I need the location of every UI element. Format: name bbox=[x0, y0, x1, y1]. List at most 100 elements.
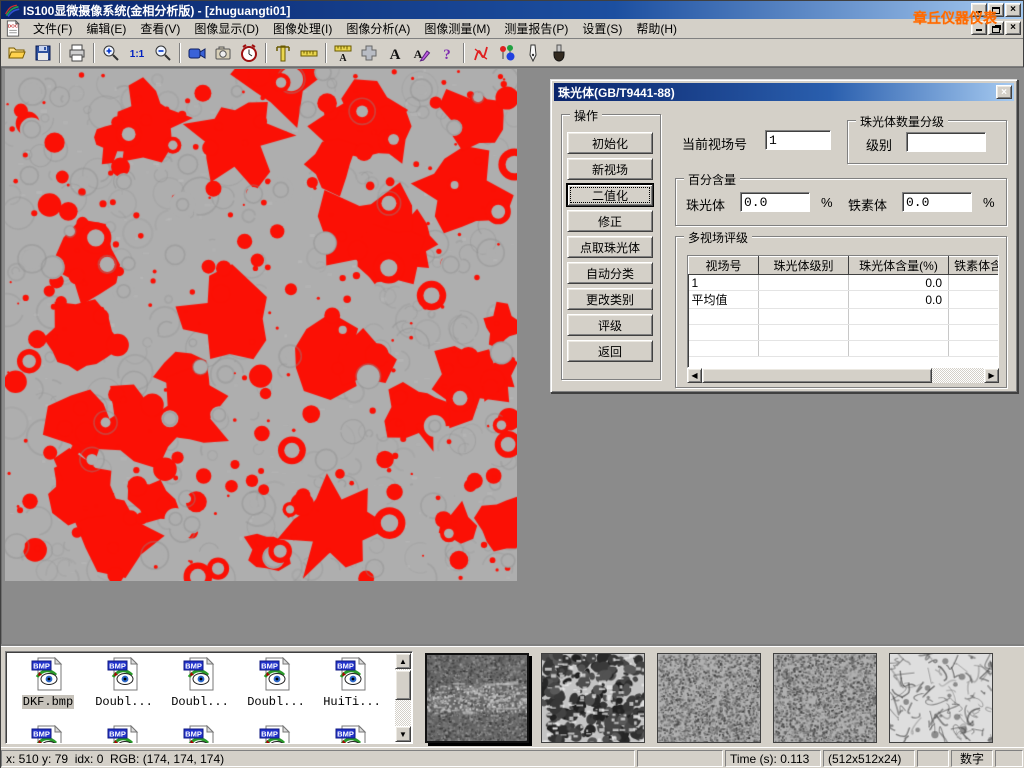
mdi-restore-button[interactable] bbox=[988, 21, 1004, 35]
svg-text:BMP: BMP bbox=[109, 730, 126, 739]
micrograph-binarized-image[interactable] bbox=[5, 69, 517, 581]
hscroll-thumb[interactable] bbox=[702, 368, 932, 383]
file-name[interactable]: HuiTi... bbox=[322, 695, 382, 709]
toolbar-button-print[interactable] bbox=[64, 41, 90, 65]
file-browser[interactable]: BMPDKF.bmpBMPDoubl...BMPDoubl...BMPDoubl… bbox=[5, 651, 413, 744]
grade-input[interactable] bbox=[906, 132, 986, 152]
file-item[interactable]: BMP bbox=[164, 725, 236, 744]
table-header-0[interactable]: 视场号 bbox=[689, 257, 759, 275]
mdi-close-button[interactable]: × bbox=[1005, 21, 1021, 35]
op-button-return[interactable]: 返回 bbox=[567, 340, 653, 362]
toolbar-button-help[interactable]: ? bbox=[434, 41, 460, 65]
file-item[interactable]: BMPDoubl... bbox=[164, 657, 236, 709]
status-coordinates: x: 510 y: 79 idx: 0 RGB: (174, 174, 174) bbox=[1, 750, 635, 767]
table-row[interactable]: 平均值0.0 bbox=[689, 291, 1000, 309]
file-name[interactable]: Doubl... bbox=[170, 695, 230, 709]
toolbar-button-photo-camera[interactable] bbox=[210, 41, 236, 65]
toolbar-button-zoom-out[interactable] bbox=[150, 41, 176, 65]
toolbar-button-merge[interactable] bbox=[356, 41, 382, 65]
table-row[interactable] bbox=[689, 309, 1000, 325]
file-item[interactable]: BMP bbox=[12, 725, 84, 744]
toolbar-button-pen-tool[interactable] bbox=[520, 41, 546, 65]
scroll-down-button[interactable]: ▼ bbox=[395, 726, 411, 742]
table-header-2[interactable]: 珠光体含量(%) bbox=[849, 257, 949, 275]
dialog-title-bar[interactable]: 珠光体(GB/T9441-88) × bbox=[554, 83, 1014, 101]
menu-item-view[interactable]: 查看(V) bbox=[133, 18, 187, 39]
toolbar-button-text[interactable]: A bbox=[382, 41, 408, 65]
toolbar-button-count-markers[interactable] bbox=[494, 41, 520, 65]
maximize-button[interactable] bbox=[988, 3, 1004, 17]
file-name[interactable]: Doubl... bbox=[94, 695, 154, 709]
thumbnail-blotch[interactable] bbox=[541, 653, 645, 743]
file-name[interactable]: Doubl... bbox=[246, 695, 306, 709]
thumbnail-speckle2[interactable] bbox=[773, 653, 877, 743]
toolbar-button-open[interactable] bbox=[4, 41, 30, 65]
toolbar-button-zoom-in[interactable] bbox=[98, 41, 124, 65]
menu-item-edit[interactable]: 编辑(E) bbox=[79, 18, 133, 39]
pearlite-percent-input[interactable] bbox=[740, 192, 810, 212]
table-hscrollbar[interactable]: ◀ ▶ bbox=[687, 368, 999, 383]
close-button[interactable]: × bbox=[1005, 3, 1021, 17]
annotate-icon: A bbox=[411, 43, 431, 63]
file-item[interactable]: BMP bbox=[88, 725, 160, 744]
menu-item-image-display[interactable]: 图像显示(D) bbox=[187, 18, 266, 39]
mdi-minimize-button[interactable] bbox=[971, 21, 987, 35]
menu-item-help[interactable]: 帮助(H) bbox=[629, 18, 684, 39]
file-item[interactable]: BMP bbox=[316, 725, 388, 744]
table-row[interactable]: 10.0 bbox=[689, 275, 1000, 291]
table-row[interactable] bbox=[689, 325, 1000, 341]
op-button-binarize[interactable]: 二值化 bbox=[567, 184, 653, 206]
toolbar-button-save[interactable] bbox=[30, 41, 56, 65]
minimize-button[interactable] bbox=[971, 3, 987, 17]
vscroll-thumb[interactable] bbox=[395, 670, 411, 700]
file-item[interactable]: BMPDoubl... bbox=[88, 657, 160, 709]
op-button-correct[interactable]: 修正 bbox=[567, 210, 653, 232]
toolbar-button-actual-size[interactable]: 1:1 bbox=[124, 41, 150, 65]
hscroll-track[interactable] bbox=[932, 368, 984, 383]
toolbar-button-measure-text[interactable]: A bbox=[330, 41, 356, 65]
toolbar-button-annotate[interactable]: A bbox=[408, 41, 434, 65]
file-list-vscrollbar[interactable]: ▲ ▼ bbox=[395, 653, 411, 742]
thumbnail-dark-banded[interactable] bbox=[425, 653, 529, 743]
dialog-close-button[interactable]: × bbox=[996, 85, 1012, 99]
file-item[interactable]: BMPDKF.bmp bbox=[12, 657, 84, 709]
table-header-1[interactable]: 珠光体级别 bbox=[759, 257, 849, 275]
current-field-input[interactable] bbox=[765, 130, 831, 150]
scroll-left-button[interactable]: ◀ bbox=[687, 368, 702, 383]
file-item[interactable]: BMPHuiTi... bbox=[316, 657, 388, 709]
file-name[interactable]: DKF.bmp bbox=[22, 695, 74, 709]
toolbar-button-timer[interactable] bbox=[236, 41, 262, 65]
menu-item-settings[interactable]: 设置(S) bbox=[575, 18, 629, 39]
thumbnail-speckle[interactable] bbox=[657, 653, 761, 743]
file-item[interactable]: BMPDoubl... bbox=[240, 657, 312, 709]
menu-item-image-process[interactable]: 图像处理(I) bbox=[266, 18, 339, 39]
menu-item-image-analysis[interactable]: 图像分析(A) bbox=[339, 18, 417, 39]
table-row[interactable] bbox=[689, 341, 1000, 357]
multi-field-table[interactable]: 视场号珠光体级别珠光体含量(%)铁素体含量(%)10.0平均值0.0 bbox=[687, 255, 999, 368]
menu-item-image-measure[interactable]: 图像测量(M) bbox=[417, 18, 497, 39]
op-button-auto-classify[interactable]: 自动分类 bbox=[567, 262, 653, 284]
toolbar-button-video-camera[interactable] bbox=[184, 41, 210, 65]
toolbar-button-brush-tool[interactable] bbox=[546, 41, 572, 65]
table-header-3[interactable]: 铁素体含量(%) bbox=[949, 257, 1000, 275]
thumbnail-light-streaks[interactable] bbox=[889, 653, 993, 743]
percent-group-label: 百分含量 bbox=[684, 171, 740, 188]
document-icon[interactable]: DOC bbox=[4, 20, 22, 37]
toolbar-button-ruler[interactable] bbox=[296, 41, 322, 65]
op-button-initialize[interactable]: 初始化 bbox=[567, 132, 653, 154]
op-button-new-field[interactable]: 新视场 bbox=[567, 158, 653, 180]
scroll-up-button[interactable]: ▲ bbox=[395, 653, 411, 669]
op-button-change-class[interactable]: 更改类别 bbox=[567, 288, 653, 310]
pen-tool-icon bbox=[523, 43, 543, 63]
op-button-grade[interactable]: 评级 bbox=[567, 314, 653, 336]
scroll-right-button[interactable]: ▶ bbox=[984, 368, 999, 383]
file-item[interactable]: BMP bbox=[240, 725, 312, 744]
status-empty-3 bbox=[995, 750, 1023, 767]
ferrite-percent-input[interactable] bbox=[902, 192, 972, 212]
op-button-pick-pearlite[interactable]: 点取珠光体 bbox=[567, 236, 653, 258]
table-cell bbox=[689, 325, 759, 341]
toolbar-button-caliper[interactable] bbox=[270, 41, 296, 65]
toolbar-button-curve-tool[interactable] bbox=[468, 41, 494, 65]
menu-item-file[interactable]: 文件(F) bbox=[26, 18, 79, 39]
menu-item-measure-report[interactable]: 测量报告(P) bbox=[497, 18, 575, 39]
